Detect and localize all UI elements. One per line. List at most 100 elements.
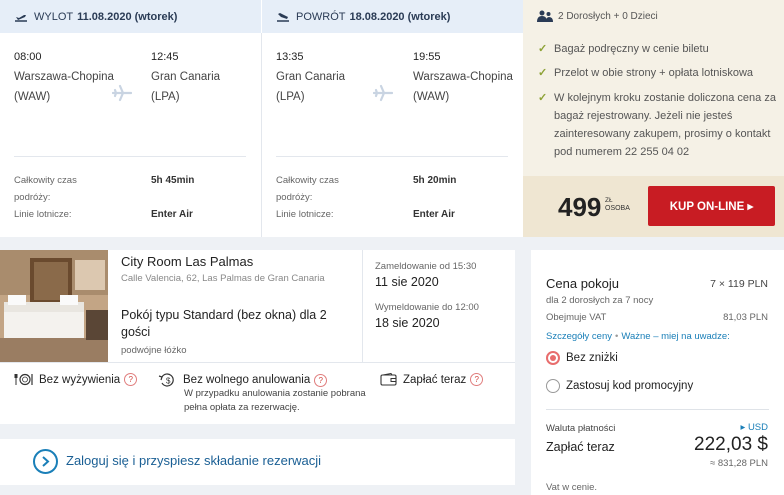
radio-unselected[interactable] — [546, 379, 560, 393]
offer-info-panel: 2 Dorosłych + 0 Dzieci ✓ Bagaż podręczny… — [523, 0, 784, 237]
plane-icon — [112, 84, 132, 102]
room-price-title: Cena pokoju — [546, 276, 619, 291]
buy-online-button[interactable]: KUP ON-LINE ▸ — [648, 186, 775, 226]
return-dep-time: 13:35 — [276, 51, 304, 63]
total-price: 222,03 $ — [694, 434, 768, 455]
price-currency: ZŁ — [605, 197, 613, 204]
passengers-text: 2 Dorosłych + 0 Dzieci — [558, 10, 658, 22]
meal-text: Bez wyżywienia — [39, 373, 121, 386]
passengers: 2 Dorosłych + 0 Dzieci — [537, 10, 658, 22]
link-separator: • — [615, 331, 619, 342]
payment-feature: Zapłać teraz ? — [380, 373, 484, 386]
people-icon — [537, 10, 553, 22]
promo-code-option[interactable]: Zastosuj kod promocyjny — [546, 379, 693, 393]
check-item-baggage: ✓ Bagaż podręczny w cenie biletu — [538, 40, 778, 58]
hotel-divider — [362, 250, 363, 362]
refund-icon: $ — [158, 373, 174, 387]
cancellation-text: Bez wolnego anulowania — [183, 374, 311, 386]
outbound-header: WYLOT 11.08.2020 (wtorek) — [0, 0, 261, 33]
outbound-dep-code: (WAW) — [14, 91, 51, 103]
cancellation-help-icon[interactable]: ? — [314, 373, 328, 387]
hotel-name[interactable]: City Room Las Palmas — [121, 254, 253, 269]
radio-selected[interactable] — [546, 351, 560, 365]
check-icon: ✓ — [538, 92, 548, 104]
currency-label: Waluta płatności — [546, 423, 616, 434]
price-details-link[interactable]: Szczegóły ceny — [546, 331, 612, 342]
outbound-arr-city-name: Gran Canaria — [151, 71, 221, 83]
outbound-date: 11.08.2020 (wtorek) — [77, 10, 178, 23]
hotel-panel: City Room Las Palmas Calle Valencia, 62,… — [0, 250, 515, 424]
promo-code-label: Zastosuj kod promocyjny — [566, 380, 694, 392]
return-arr-city-name: Warszawa-Chopina — [413, 71, 513, 83]
return-airline-label: Linie lotnicze: — [276, 209, 334, 220]
currency-switch[interactable]: ▸ USD — [741, 422, 768, 433]
hotel-address: Calle Valencia, 62, Las Palmas de Gran C… — [121, 273, 325, 284]
bed-type: podwójne łóżko — [121, 345, 187, 356]
check-item-roundtrip: ✓ Przelot w obie strony + opłata lotnisk… — [538, 64, 778, 82]
pay-now-label: Zapłać teraz — [546, 440, 615, 454]
vat-value: 81,03 PLN — [723, 312, 768, 323]
outbound-duration-label: Całkowity czas podróży: — [14, 175, 77, 203]
return-arr-city: Warszawa-Chopina (WAW) — [413, 69, 513, 105]
login-banner[interactable]: Zaloguj się i przyspiesz składanie rezer… — [0, 439, 515, 485]
outbound-dep-time: 08:00 — [14, 51, 42, 63]
price-unit: ZŁ OSOBA — [605, 197, 630, 213]
flight-panel: WYLOT 11.08.2020 (wtorek) POWRÓT 18.08.2… — [0, 0, 523, 237]
takeoff-icon — [15, 14, 27, 22]
check-icon: ✓ — [538, 67, 548, 79]
guests-nights: dla 2 dorosłych za 7 nocy — [546, 295, 654, 306]
checkout-label: Wymeldowanie do 12:00 — [375, 302, 479, 313]
hotel-room-image — [0, 250, 108, 362]
price-per: OSOBA — [605, 205, 630, 212]
outbound-arr-code: (LPA) — [151, 91, 180, 103]
no-discount-label: Bez zniżki — [566, 352, 618, 364]
meal-help-icon[interactable]: ? — [124, 373, 138, 386]
hotel-separator — [0, 362, 515, 363]
return-duration: 5h 20min — [413, 175, 457, 186]
return-label: POWRÓT — [296, 10, 346, 23]
checkin-date: 11 sie 2020 — [375, 275, 439, 289]
room-type: Pokój typu Standard (bez okna) dla 2 goś… — [121, 308, 327, 339]
arrow-right-icon — [33, 449, 58, 474]
return-arr-time: 19:55 — [413, 51, 441, 63]
outbound-duration: 5h 45min — [151, 175, 195, 186]
summary-separator — [546, 409, 769, 410]
check-item-checked-baggage: ✓ W kolejnym kroku zostanie doliczona ce… — [538, 89, 778, 161]
outbound-separator — [14, 156, 246, 157]
check-text: Przelot w obie strony + opłata lotniskow… — [554, 67, 754, 79]
outbound-airline: Enter Air — [151, 209, 193, 220]
plane-icon — [373, 84, 393, 102]
check-icon: ✓ — [538, 43, 548, 55]
cancellation-note: W przypadku anulowania zostanie pobrana … — [184, 388, 366, 413]
nights-price: 7 × 119 PLN — [710, 278, 768, 290]
return-duration-label: Całkowity czas podróży: — [276, 175, 339, 203]
return-dep-city: Gran Canaria (LPA) — [276, 69, 345, 105]
no-discount-option[interactable]: Bez zniżki — [546, 351, 618, 365]
return-header: POWRÓT 18.08.2020 (wtorek) — [262, 0, 523, 33]
important-notes-link[interactable]: Ważne – miej na uwadze: — [621, 331, 729, 342]
return-separator — [276, 156, 508, 157]
buy-bar: 499 ZŁ OSOBA KUP ON-LINE ▸ — [523, 176, 784, 237]
outbound-label: WYLOT — [34, 10, 74, 23]
vat-note: Vat w cenie. — [546, 482, 598, 493]
pay-help-icon[interactable]: ? — [470, 373, 484, 386]
outbound-dep-city-name: Warszawa-Chopina — [14, 71, 114, 83]
checkout-date: 18 sie 2020 — [375, 316, 440, 330]
return-dep-code: (LPA) — [276, 91, 305, 103]
cancellation-feature: $ Bez wolnego anulowania ? — [158, 373, 328, 387]
return-dep-city-name: Gran Canaria — [276, 71, 346, 83]
vat-label: Obejmuje VAT — [546, 312, 607, 323]
outbound-arr-city: Gran Canaria (LPA) — [151, 69, 220, 105]
price-per-person: 499 — [558, 192, 602, 222]
landing-icon — [277, 12, 289, 22]
total-pln: ≈ 831,28 PLN — [709, 458, 768, 469]
pay-now-text: Zapłać teraz — [403, 373, 467, 386]
check-text: W kolejnym kroku zostanie doliczona cena… — [554, 92, 776, 158]
svg-text:$: $ — [166, 377, 171, 386]
outbound-dep-city: Warszawa-Chopina (WAW) — [14, 69, 114, 105]
wallet-icon — [380, 373, 397, 386]
flight-divider — [261, 33, 262, 237]
login-link[interactable]: Zaloguj się i przyspiesz składanie rezer… — [66, 453, 321, 468]
outbound-airline-label: Linie lotnicze: — [14, 209, 72, 220]
hotel-photo[interactable] — [0, 250, 108, 362]
